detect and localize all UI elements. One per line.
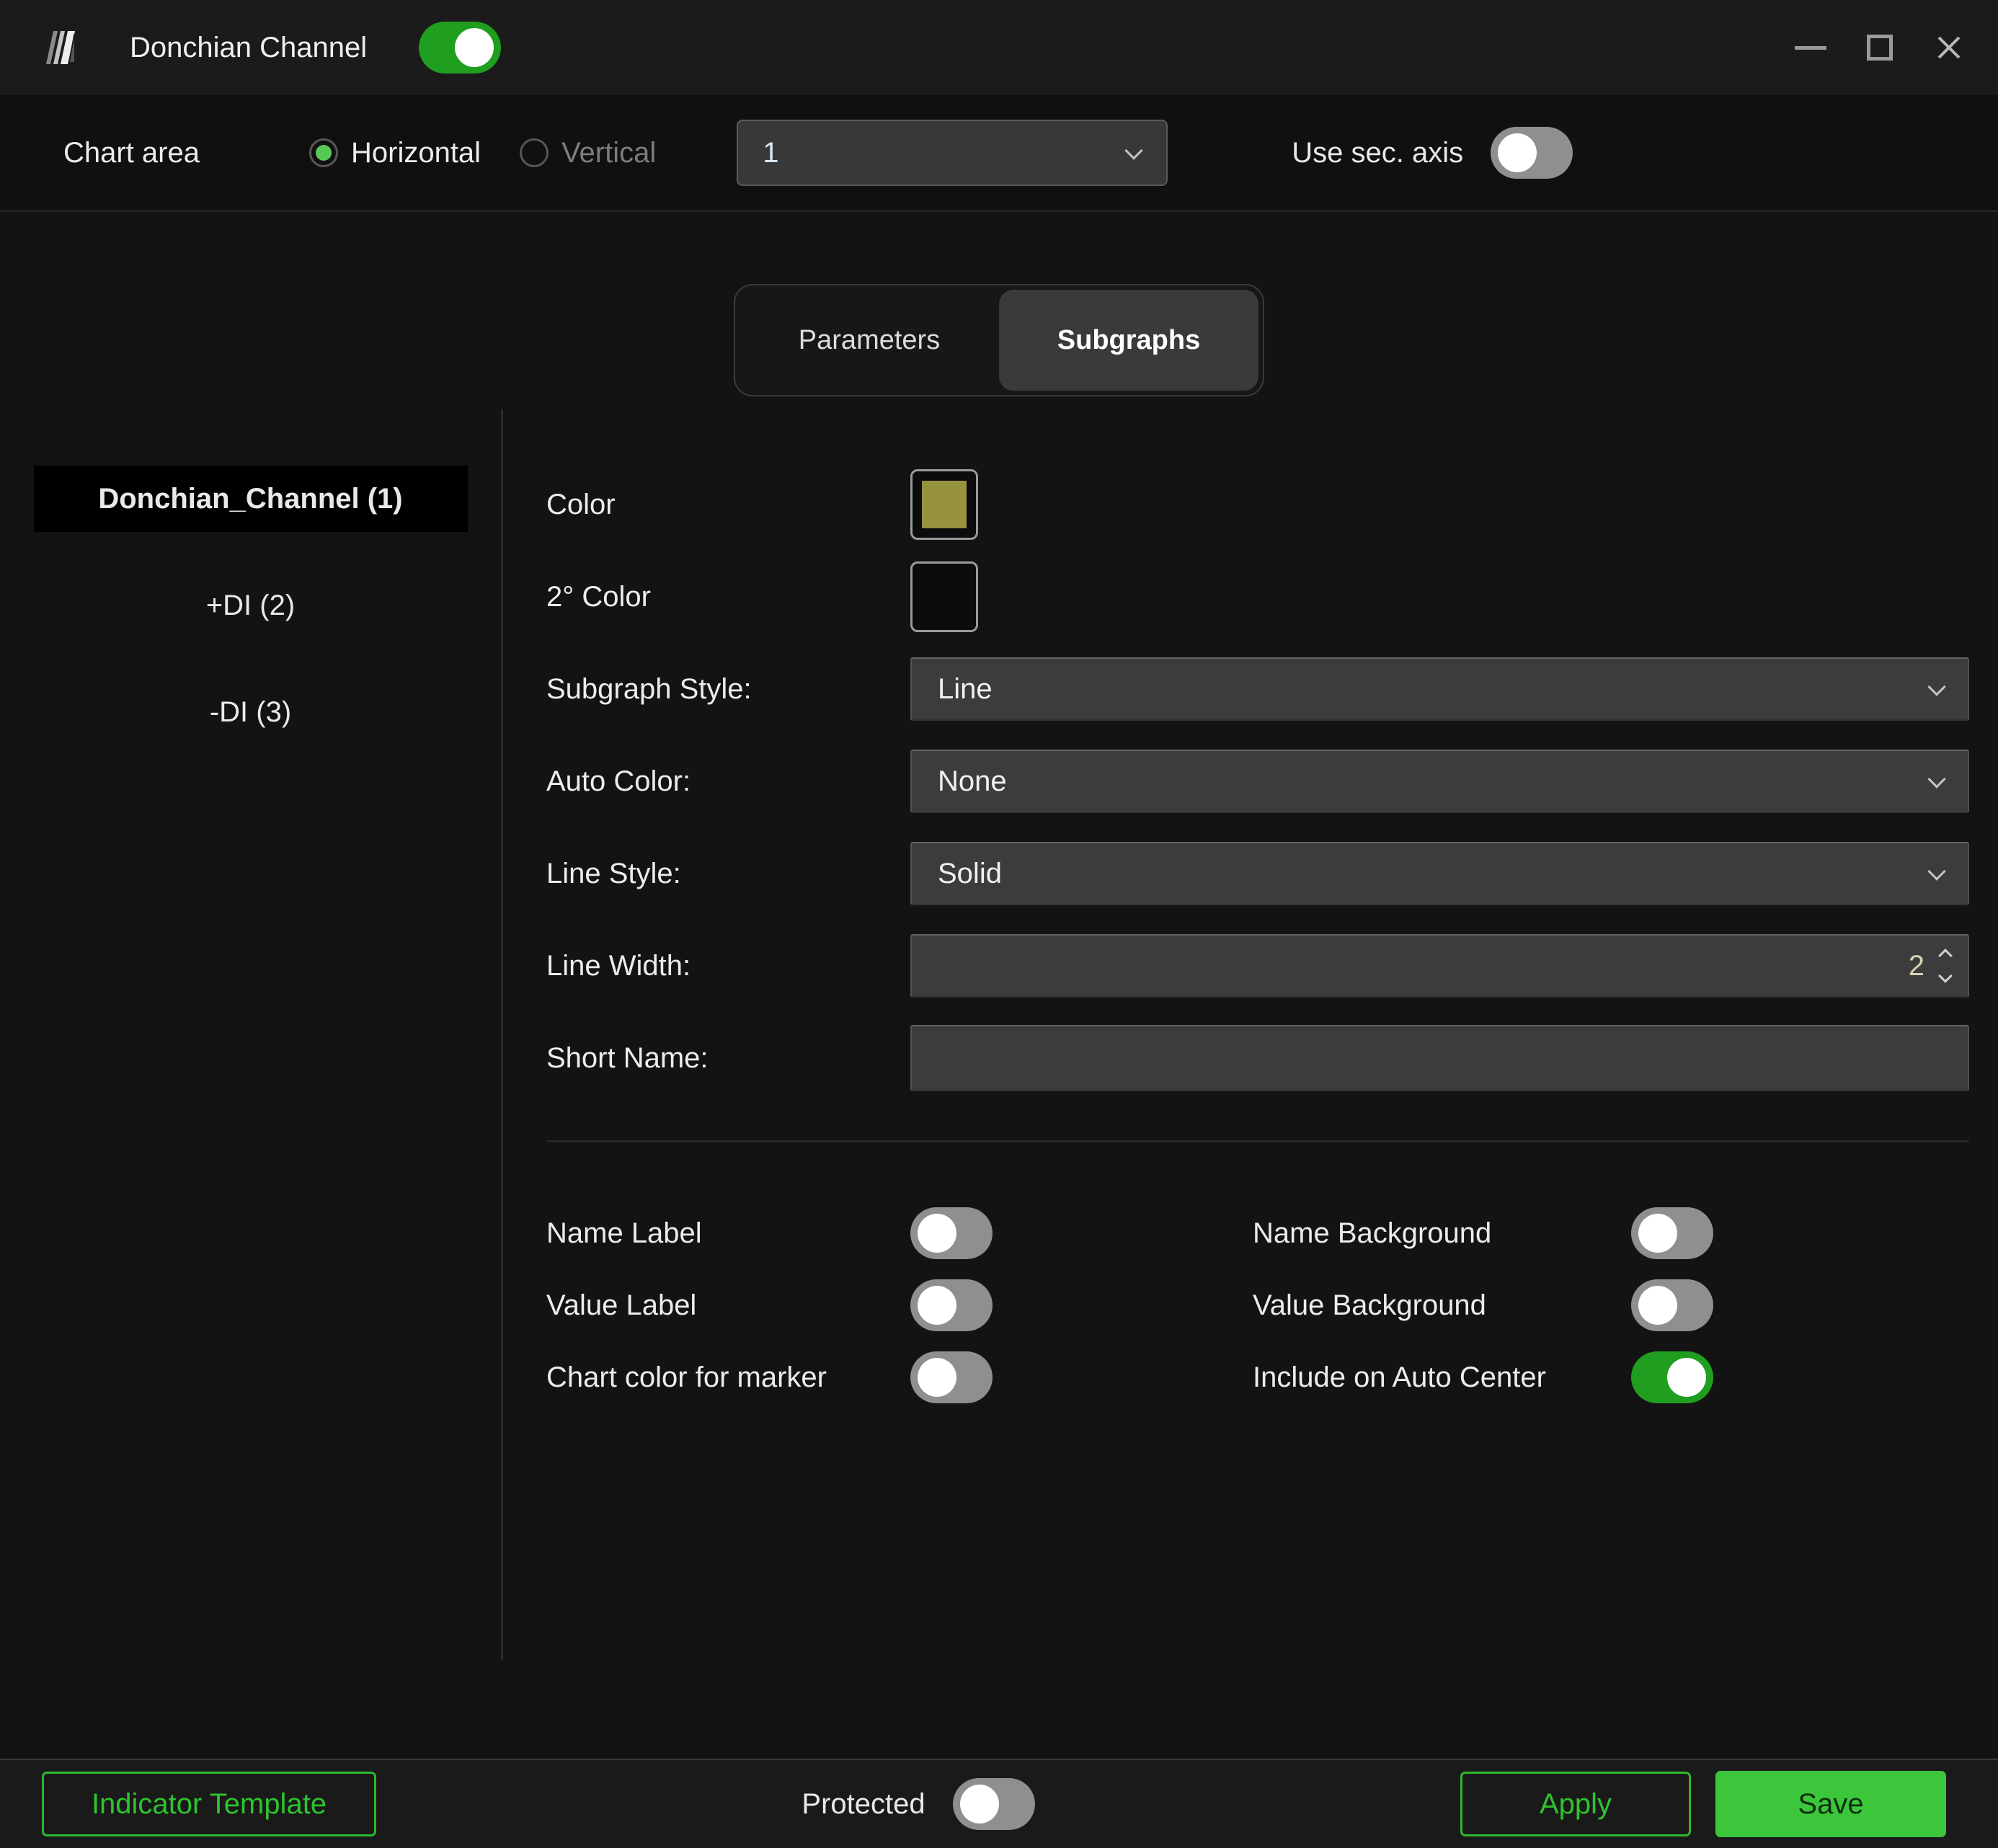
secondary-color-swatch-fill — [922, 573, 967, 621]
toggle-knob — [918, 1358, 956, 1397]
include-auto-center-toggle[interactable] — [1631, 1351, 1713, 1403]
spinner-down-icon[interactable] — [1938, 969, 1953, 983]
line-width-stepper[interactable]: 2 — [910, 934, 1969, 998]
chart-area-row: Chart area Horizontal Vertical 1 Use sec… — [0, 95, 1998, 212]
auto-color-label: Auto Color: — [546, 765, 691, 797]
chart-area-select-value: 1 — [763, 136, 779, 169]
line-style-select[interactable]: Solid — [910, 842, 1969, 905]
spinner-arrows — [1938, 949, 1953, 983]
radio-vertical[interactable] — [520, 138, 549, 167]
radio-horizontal[interactable] — [308, 138, 338, 167]
chart-area-label: Chart area — [63, 136, 200, 169]
color-swatch-fill — [922, 481, 967, 528]
secondary-color-label: 2° Color — [546, 580, 651, 613]
minimize-icon — [1795, 45, 1826, 50]
auto-color-row: Auto Color: None — [546, 735, 1969, 827]
chevron-down-icon — [1927, 862, 1946, 881]
auto-color-value: None — [938, 765, 1007, 797]
main-area: Parameters Subgraphs Donchian_Channel (1… — [0, 212, 1998, 1759]
protected-label: Protected — [802, 1787, 925, 1820]
sidebar-item-donchian-channel[interactable]: Donchian_Channel (1) — [33, 466, 468, 532]
line-style-label: Line Style: — [546, 857, 681, 889]
close-icon — [1937, 36, 1961, 59]
color-swatch[interactable] — [910, 469, 978, 540]
subgraph-style-label: Subgraph Style: — [546, 672, 752, 705]
radio-horizontal-label[interactable]: Horizontal — [351, 137, 481, 169]
name-label-label: Name Label — [546, 1217, 702, 1249]
subgraph-style-value: Line — [938, 672, 993, 705]
tab-parameters[interactable]: Parameters — [740, 290, 999, 391]
toggle-knob — [1638, 1214, 1677, 1253]
sec-axis-toggle[interactable] — [1491, 127, 1573, 179]
title-bar: Donchian Channel — [0, 0, 1998, 95]
subgraph-settings-panel: Color 2° Color Subgraph Style: Line Auto… — [503, 409, 1998, 1660]
radio-vertical-label[interactable]: Vertical — [561, 137, 656, 169]
toggle-knob — [1667, 1358, 1706, 1397]
window-title: Donchian Channel — [130, 31, 368, 63]
sidebar-item-plus-di[interactable]: +DI (2) — [34, 572, 468, 639]
sidebar-item-minus-di[interactable]: -DI (3) — [34, 679, 468, 745]
toggle-knob — [455, 28, 494, 67]
subgraph-list: Donchian_Channel (1) +DI (2) -DI (3) — [0, 409, 503, 1660]
tab-subgraphs[interactable]: Subgraphs — [999, 290, 1258, 391]
name-background-toggle[interactable] — [1631, 1207, 1713, 1259]
tab-bar: Parameters Subgraphs — [734, 284, 1264, 396]
color-row: Color — [546, 458, 1969, 551]
value-background-label: Value Background — [1253, 1289, 1486, 1321]
include-auto-center-label: Include on Auto Center — [1253, 1361, 1546, 1393]
window-controls — [1776, 13, 1984, 82]
chart-color-marker-label: Chart color for marker — [546, 1361, 827, 1393]
color-label: Color — [546, 488, 616, 520]
toggle-knob — [1498, 133, 1537, 172]
chevron-down-icon — [1927, 678, 1946, 696]
toggle-knob — [959, 1785, 999, 1823]
toggle-grid: Name Label Name Background Value Label V… — [546, 1207, 1969, 1403]
value-background-toggle[interactable] — [1631, 1279, 1713, 1331]
tabs-wrap: Parameters Subgraphs — [0, 212, 1998, 396]
sec-axis-group: Use sec. axis — [1292, 127, 1573, 179]
short-name-row: Short Name: — [546, 1012, 1969, 1104]
orientation-radio-group: Horizontal Vertical — [308, 137, 682, 169]
short-name-input[interactable] — [910, 1025, 1969, 1091]
chevron-down-icon — [1927, 770, 1946, 788]
toggle-knob — [918, 1214, 956, 1253]
protected-group: Protected — [376, 1778, 1460, 1830]
value-label-toggle[interactable] — [910, 1279, 993, 1331]
app-logo-icon — [46, 31, 75, 64]
secondary-color-row: 2° Color — [546, 551, 1969, 643]
chart-color-marker-toggle[interactable] — [910, 1351, 993, 1403]
line-width-value: 2 — [1908, 949, 1924, 982]
maximize-icon — [1867, 35, 1893, 61]
toggle-knob — [1638, 1286, 1677, 1325]
line-width-label: Line Width: — [546, 949, 691, 982]
spinner-up-icon[interactable] — [1938, 949, 1953, 963]
auto-color-select[interactable]: None — [910, 750, 1969, 813]
maximize-button[interactable] — [1845, 13, 1914, 82]
name-label-toggle[interactable] — [910, 1207, 993, 1259]
save-button[interactable]: Save — [1715, 1771, 1946, 1837]
indicator-template-button[interactable]: Indicator Template — [42, 1772, 376, 1836]
footer-bar: Indicator Template Protected Apply Save — [0, 1759, 1998, 1848]
toggle-knob — [918, 1286, 956, 1325]
line-style-value: Solid — [938, 857, 1002, 889]
section-divider — [546, 1140, 1969, 1142]
protected-toggle[interactable] — [952, 1778, 1035, 1830]
chart-area-select[interactable]: 1 — [737, 120, 1168, 186]
subgraph-style-row: Subgraph Style: Line — [546, 643, 1969, 735]
secondary-color-swatch[interactable] — [910, 561, 978, 632]
sec-axis-label: Use sec. axis — [1292, 136, 1464, 169]
indicator-enabled-toggle[interactable] — [419, 22, 502, 74]
chevron-down-icon — [1124, 141, 1143, 160]
subgraph-style-select[interactable]: Line — [910, 657, 1969, 721]
value-label-label: Value Label — [546, 1289, 697, 1321]
close-button[interactable] — [1914, 13, 1984, 82]
minimize-button[interactable] — [1776, 13, 1845, 82]
apply-button[interactable]: Apply — [1460, 1772, 1691, 1836]
name-background-label: Name Background — [1253, 1217, 1492, 1249]
line-width-row: Line Width: 2 — [546, 920, 1969, 1012]
content: Donchian_Channel (1) +DI (2) -DI (3) Col… — [0, 409, 1998, 1660]
short-name-label: Short Name: — [546, 1041, 709, 1074]
line-style-row: Line Style: Solid — [546, 827, 1969, 920]
